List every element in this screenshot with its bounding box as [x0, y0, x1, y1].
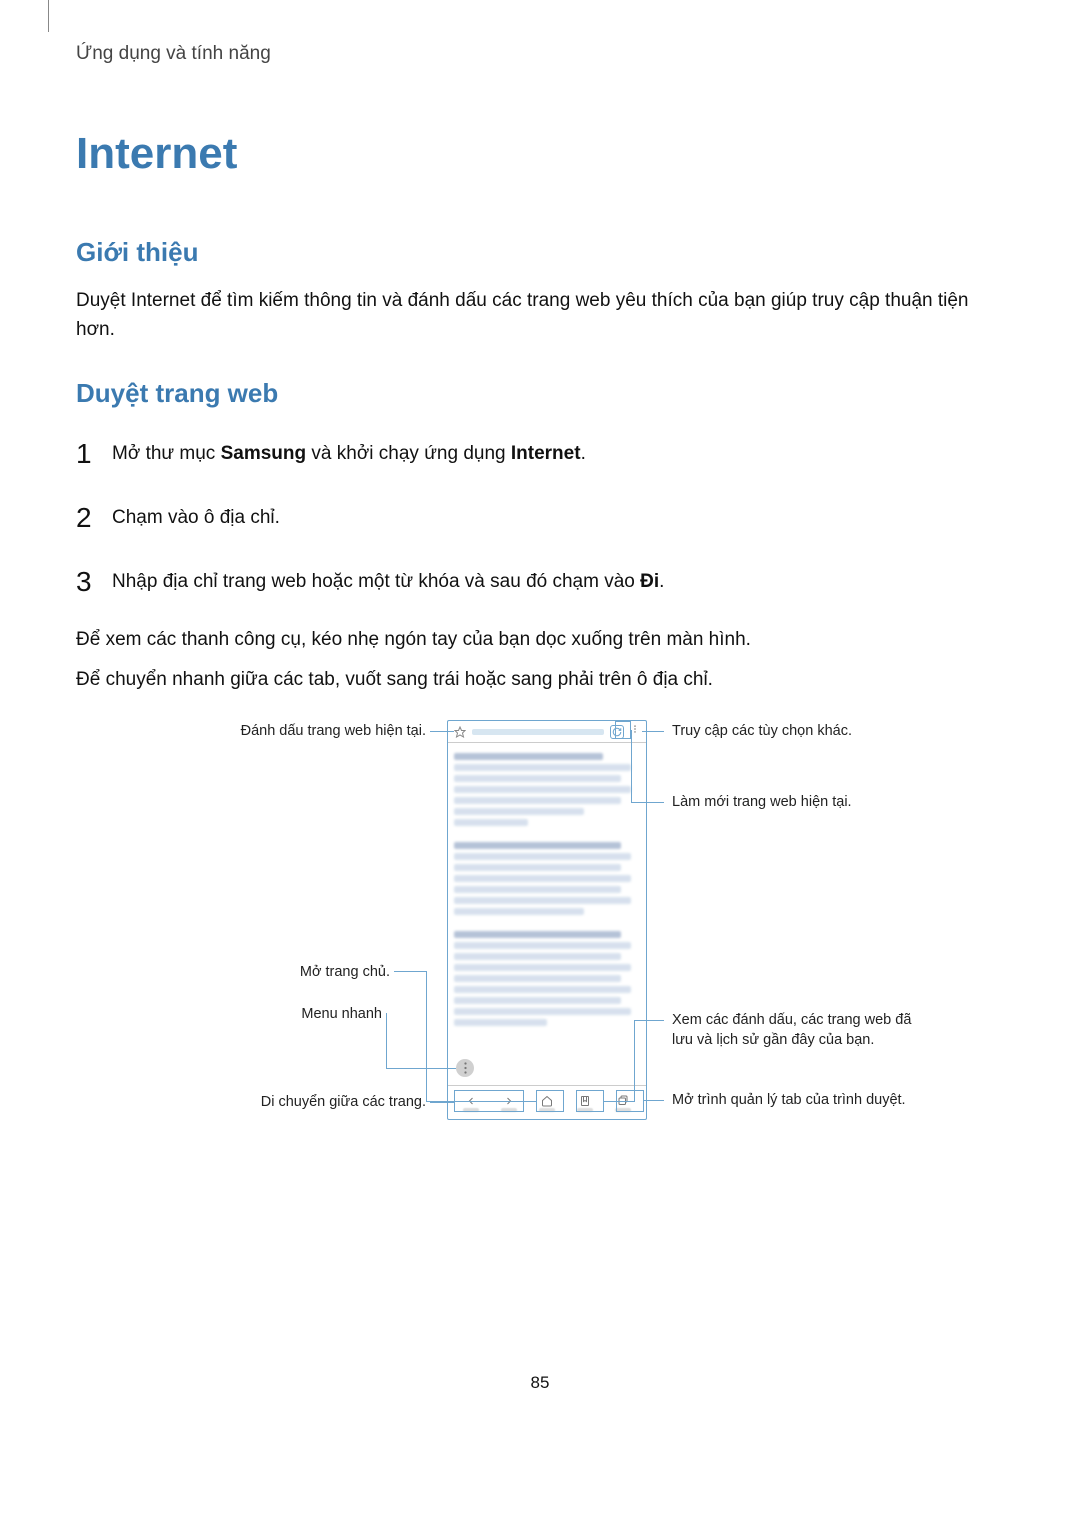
phone-mockup	[447, 720, 647, 1120]
paragraph: Để chuyển nhanh giữa các tab, vuốt sang …	[76, 665, 1004, 694]
callout-line	[426, 971, 427, 1102]
step-text: Nhập địa chỉ trang web hoặc một từ khóa …	[112, 569, 664, 596]
callout-line	[631, 730, 632, 802]
callout-box	[576, 1090, 604, 1112]
step-2: 2 Chạm vào ô địa chỉ.	[76, 497, 1004, 539]
callout-line	[430, 731, 454, 732]
callout-refresh: Làm mới trang web hiện tại.	[672, 793, 852, 813]
callout-line	[430, 1102, 454, 1103]
callout-bookmark: Đánh dấu trang web hiện tại.	[136, 722, 426, 742]
page-number: 85	[76, 1370, 1004, 1396]
callout-tabs: Mở trình quản lý tab của trình duyệt.	[672, 1091, 912, 1111]
url-bar	[472, 729, 604, 735]
step-1: 1 Mở thư mục Samsung và khởi chạy ứng dụ…	[76, 433, 1004, 475]
step-text: Mở thư mục Samsung và khởi chạy ứng dụng…	[112, 441, 586, 468]
browser-diagram: Đánh dấu trang web hiện tại. Mở trang ch…	[76, 720, 1004, 1160]
step-number: 3	[76, 561, 96, 603]
callout-line	[644, 1100, 664, 1101]
callout-box	[454, 1090, 524, 1112]
browse-heading: Duyệt trang web	[76, 374, 1004, 413]
callout-more: Truy cập các tùy chọn khác.	[672, 722, 852, 742]
intro-text: Duyệt Internet để tìm kiếm thông tin và …	[76, 286, 1004, 345]
header-divider	[48, 0, 49, 32]
page-content-blur	[448, 743, 646, 1036]
intro-heading: Giới thiệu	[76, 233, 1004, 272]
paragraph: Để xem các thanh công cụ, kéo nhẹ ngón t…	[76, 625, 1004, 654]
callout-line	[394, 971, 427, 972]
callout-line	[642, 731, 664, 732]
quick-menu-icon	[456, 1059, 474, 1077]
callout-line	[386, 1013, 387, 1069]
callout-line	[634, 1020, 664, 1021]
callout-bookmarks: Xem các đánh dấu, các trang web đã lưu v…	[672, 1011, 932, 1050]
section-name: Ứng dụng và tính năng	[76, 40, 1004, 69]
page-title: Internet	[76, 121, 1004, 187]
step-text: Chạm vào ô địa chỉ.	[112, 505, 280, 532]
callout-navigate: Di chuyển giữa các trang.	[136, 1093, 426, 1113]
callout-box	[536, 1090, 564, 1112]
callout-quickmenu: Menu nhanh	[136, 1005, 382, 1025]
step-3: 3 Nhập địa chỉ trang web hoặc một từ khó…	[76, 561, 1004, 603]
callout-box	[615, 721, 631, 739]
callout-home: Mở trang chủ.	[136, 963, 390, 983]
step-number: 2	[76, 497, 96, 539]
step-number: 1	[76, 433, 96, 475]
callout-box	[616, 1090, 644, 1112]
star-icon	[454, 726, 466, 738]
callout-line	[631, 802, 664, 803]
callout-line	[386, 1068, 456, 1069]
